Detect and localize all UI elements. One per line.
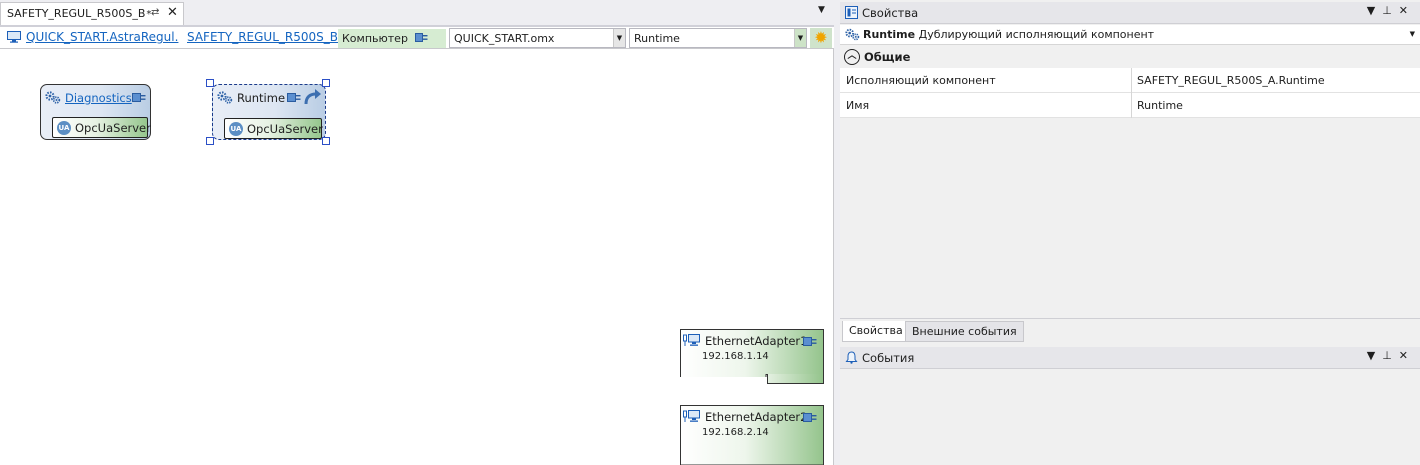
network-adapter-icon bbox=[683, 410, 700, 422]
properties-tab-strip: Свойства Внешние события bbox=[840, 318, 1420, 342]
events-list bbox=[840, 369, 1420, 465]
pin-icon[interactable]: ⊥ bbox=[1382, 349, 1399, 362]
resize-handle[interactable] bbox=[206, 137, 214, 145]
resize-handle[interactable] bbox=[322, 79, 330, 87]
collapse-icon[interactable]: ︿ bbox=[844, 49, 860, 65]
events-panel-header: События ▼⊥✕ bbox=[840, 347, 1420, 369]
panel-title: Свойства bbox=[862, 6, 919, 20]
category-label: Общие bbox=[864, 50, 911, 64]
property-value[interactable]: SAFETY_REGUL_R500S_A.Runtime bbox=[1137, 68, 1325, 93]
sun-icon[interactable]: ✹ bbox=[810, 28, 832, 48]
computer-label: Компьютер bbox=[338, 29, 446, 48]
service-opcua-server[interactable]: UA OpcUaServer bbox=[224, 118, 323, 139]
service-label: OpcUaServer bbox=[247, 122, 323, 136]
bell-icon bbox=[845, 351, 858, 364]
adapter-ip: 192.168.2.14 bbox=[702, 427, 769, 438]
connector-icon bbox=[415, 33, 428, 42]
opcua-icon: UA bbox=[57, 121, 71, 135]
properties-empty-area bbox=[840, 118, 1420, 318]
category-general[interactable]: ︿ Общие bbox=[840, 46, 1420, 68]
property-name: Имя bbox=[840, 93, 1132, 118]
tab-safety-regul-b[interactable]: SAFETY_REGUL_R500S_B* ⇄ ✕ bbox=[0, 2, 184, 25]
component-node-diagnostics[interactable]: Diagnostics UA OpcUaServer bbox=[40, 84, 151, 140]
tab-list-dropdown-icon[interactable]: ▼ bbox=[818, 5, 825, 15]
object-selector[interactable]: Runtime Дублирующий исполняющий компонен… bbox=[840, 25, 1420, 45]
project-file-select-value: QUICK_START.omx bbox=[454, 32, 555, 45]
property-row[interactable]: Исполняющий компонент SAFETY_REGUL_R500S… bbox=[840, 68, 1420, 93]
node-title[interactable]: Diagnostics bbox=[65, 91, 132, 105]
connector-icon bbox=[803, 337, 817, 346]
gears-icon bbox=[217, 91, 233, 104]
redundancy-arrow-icon bbox=[304, 89, 321, 105]
computer-label-text: Компьютер bbox=[342, 32, 408, 45]
editor-toolbar: QUICK_START.AstraRegul. SAFETY_REGUL_R50… bbox=[0, 25, 834, 49]
property-row[interactable]: Имя Runtime bbox=[840, 93, 1420, 118]
connector-icon bbox=[287, 93, 301, 102]
gears-icon bbox=[45, 91, 61, 104]
panel-dropdown-icon[interactable]: ▼ bbox=[1367, 349, 1382, 362]
project-file-select[interactable]: QUICK_START.omx ▼ bbox=[449, 28, 626, 48]
node-title: Runtime bbox=[237, 91, 286, 105]
ethernet-adapter-node[interactable]: EthernetAdapter1 192.168.1.14 bbox=[680, 329, 824, 377]
panel-dropdown-icon[interactable]: ▼ bbox=[1367, 4, 1382, 17]
runtime-select[interactable]: Runtime ▼ bbox=[629, 28, 807, 48]
ethernet-adapter-node[interactable]: EthernetAdapter2 192.168.2.14 bbox=[680, 405, 824, 465]
computer-monitor-icon bbox=[7, 31, 21, 43]
chevron-down-icon[interactable]: ▼ bbox=[794, 29, 806, 47]
chevron-down-icon[interactable]: ▼ bbox=[613, 29, 625, 47]
resize-handle[interactable] bbox=[206, 79, 214, 87]
service-label: OpcUaServer bbox=[75, 121, 151, 135]
property-value[interactable]: Runtime bbox=[1137, 93, 1183, 118]
selected-object-name: Runtime bbox=[863, 28, 916, 41]
runtime-select-value: Runtime bbox=[634, 32, 680, 45]
close-icon[interactable]: ✕ bbox=[1399, 349, 1415, 362]
service-opcua-server[interactable]: UA OpcUaServer bbox=[52, 117, 151, 138]
network-adapter-icon bbox=[683, 334, 700, 346]
close-icon[interactable]: ✕ bbox=[1399, 4, 1415, 17]
adapter-port-tab bbox=[767, 374, 824, 384]
tab-properties[interactable]: Свойства bbox=[842, 321, 910, 342]
property-name: Исполняющий компонент bbox=[840, 68, 1132, 93]
pin-icon[interactable]: ⊥ bbox=[1382, 4, 1399, 17]
adapter-ip: 192.168.1.14 bbox=[702, 351, 769, 362]
opcua-icon: UA bbox=[229, 122, 243, 136]
tab-close-icon[interactable]: ✕ bbox=[167, 5, 178, 20]
breadcrumb-project[interactable]: QUICK_START.AstraRegul. bbox=[26, 30, 178, 44]
breadcrumb-device[interactable]: SAFETY_REGUL_R500S_B bbox=[187, 30, 338, 44]
adapter-name: EthernetAdapter1 bbox=[705, 334, 808, 348]
right-dock: Свойства ▼⊥✕ Runtime Дублирующий исполня… bbox=[840, 0, 1420, 465]
chevron-down-icon[interactable]: ▼ bbox=[1410, 30, 1415, 38]
connector-icon bbox=[803, 413, 817, 422]
selected-object-type: Дублирующий исполняющий компонент bbox=[918, 28, 1155, 41]
connector-icon bbox=[132, 93, 146, 102]
properties-panel-header: Свойства ▼⊥✕ bbox=[840, 2, 1420, 24]
panel-title: События bbox=[862, 351, 915, 365]
gears-icon bbox=[845, 28, 860, 41]
resize-handle[interactable] bbox=[322, 137, 330, 145]
tab-external-events[interactable]: Внешние события bbox=[905, 321, 1024, 342]
properties-window-icon bbox=[845, 6, 858, 19]
tab-pin-icon[interactable]: ⇄ bbox=[151, 7, 159, 18]
component-node-runtime[interactable]: Runtime UA OpcUaServer bbox=[212, 84, 326, 140]
adapter-name: EthernetAdapter2 bbox=[705, 410, 808, 424]
tab-title: SAFETY_REGUL_R500S_B bbox=[7, 7, 146, 20]
